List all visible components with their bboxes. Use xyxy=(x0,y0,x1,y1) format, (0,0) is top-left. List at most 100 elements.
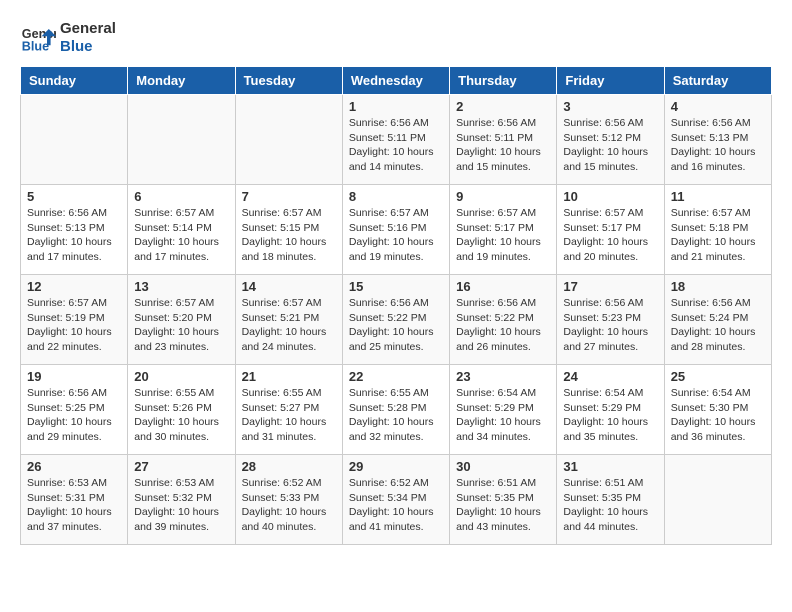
calendar-cell xyxy=(664,455,771,545)
header-sunday: Sunday xyxy=(21,67,128,95)
cell-content: Sunrise: 6:56 AM Sunset: 5:22 PM Dayligh… xyxy=(349,296,443,355)
calendar-cell xyxy=(235,95,342,185)
calendar-cell: 2 Sunrise: 6:56 AM Sunset: 5:11 PM Daylig… xyxy=(450,95,557,185)
header-thursday: Thursday xyxy=(450,67,557,95)
calendar-cell: 18Sunrise: 6:56 AM Sunset: 5:24 PM Dayli… xyxy=(664,275,771,365)
day-number: 20 xyxy=(134,369,228,384)
cell-content: Sunrise: 6:57 AM Sunset: 5:16 PM Dayligh… xyxy=(349,206,443,265)
day-number: 30 xyxy=(456,459,550,474)
day-number: 13 xyxy=(134,279,228,294)
cell-content: Sunrise: 6:57 AM Sunset: 5:19 PM Dayligh… xyxy=(27,296,121,355)
logo: General Blue General Blue xyxy=(20,20,116,56)
cell-content: Sunrise: 6:55 AM Sunset: 5:27 PM Dayligh… xyxy=(242,386,336,445)
calendar-cell: 7Sunrise: 6:57 AM Sunset: 5:15 PM Daylig… xyxy=(235,185,342,275)
cell-content: Sunrise: 6:56 AM Sunset: 5:25 PM Dayligh… xyxy=(27,386,121,445)
logo-icon: General Blue xyxy=(20,20,56,56)
calendar-cell: 29 Sunrise: 6:52 AM Sunset: 5:34 PM Dayli… xyxy=(342,455,449,545)
calendar-cell: 16 Sunrise: 6:56 AM Sunset: 5:22 PM Dayli… xyxy=(450,275,557,365)
week-row-1: 1 Sunrise: 6:56 AM Sunset: 5:11 PM Daylig… xyxy=(21,95,772,185)
calendar-cell: 19 Sunrise: 6:56 AM Sunset: 5:25 PM Dayli… xyxy=(21,365,128,455)
cell-content: Sunrise: 6:56 AM Sunset: 5:24 PM Dayligh… xyxy=(671,296,765,355)
calendar-cell: 11 Sunrise: 6:57 AM Sunset: 5:18 PM Dayli… xyxy=(664,185,771,275)
cell-content: Sunrise: 6:56 AM Sunset: 5:13 PM Dayligh… xyxy=(671,116,765,175)
cell-content: Sunrise: 6:56 AM Sunset: 5:23 PM Dayligh… xyxy=(563,296,657,355)
day-number: 5 xyxy=(27,189,121,204)
calendar-cell: 3 Sunrise: 6:56 AM Sunset: 5:12 PM Daylig… xyxy=(557,95,664,185)
header-friday: Friday xyxy=(557,67,664,95)
page-header: General Blue General Blue xyxy=(20,20,772,56)
cell-content: Sunrise: 6:54 AM Sunset: 5:30 PM Dayligh… xyxy=(671,386,765,445)
calendar-cell: 12 Sunrise: 6:57 AM Sunset: 5:19 PM Dayli… xyxy=(21,275,128,365)
cell-content: Sunrise: 6:56 AM Sunset: 5:11 PM Dayligh… xyxy=(456,116,550,175)
week-row-4: 19 Sunrise: 6:56 AM Sunset: 5:25 PM Dayli… xyxy=(21,365,772,455)
cell-content: Sunrise: 6:56 AM Sunset: 5:22 PM Dayligh… xyxy=(456,296,550,355)
cell-content: Sunrise: 6:57 AM Sunset: 5:14 PM Dayligh… xyxy=(134,206,228,265)
calendar-cell: 14 Sunrise: 6:57 AM Sunset: 5:21 PM Dayli… xyxy=(235,275,342,365)
cell-content: Sunrise: 6:57 AM Sunset: 5:20 PM Dayligh… xyxy=(134,296,228,355)
calendar-cell: 23Sunrise: 6:54 AM Sunset: 5:29 PM Dayli… xyxy=(450,365,557,455)
day-number: 24 xyxy=(563,369,657,384)
cell-content: Sunrise: 6:56 AM Sunset: 5:13 PM Dayligh… xyxy=(27,206,121,265)
calendar-cell: 22 Sunrise: 6:55 AM Sunset: 5:28 PM Dayli… xyxy=(342,365,449,455)
day-number: 26 xyxy=(27,459,121,474)
day-number: 2 xyxy=(456,99,550,114)
calendar-cell: 1 Sunrise: 6:56 AM Sunset: 5:11 PM Daylig… xyxy=(342,95,449,185)
cell-content: Sunrise: 6:52 AM Sunset: 5:33 PM Dayligh… xyxy=(242,476,336,535)
cell-content: Sunrise: 6:57 AM Sunset: 5:17 PM Dayligh… xyxy=(563,206,657,265)
cell-content: Sunrise: 6:57 AM Sunset: 5:21 PM Dayligh… xyxy=(242,296,336,355)
day-number: 25 xyxy=(671,369,765,384)
calendar-cell: 9Sunrise: 6:57 AM Sunset: 5:17 PM Daylig… xyxy=(450,185,557,275)
day-number: 23 xyxy=(456,369,550,384)
day-number: 17 xyxy=(563,279,657,294)
day-number: 22 xyxy=(349,369,443,384)
calendar-cell: 8 Sunrise: 6:57 AM Sunset: 5:16 PM Daylig… xyxy=(342,185,449,275)
cell-content: Sunrise: 6:53 AM Sunset: 5:32 PM Dayligh… xyxy=(134,476,228,535)
day-number: 15 xyxy=(349,279,443,294)
calendar-cell: 5 Sunrise: 6:56 AM Sunset: 5:13 PM Daylig… xyxy=(21,185,128,275)
day-number: 19 xyxy=(27,369,121,384)
cell-content: Sunrise: 6:55 AM Sunset: 5:26 PM Dayligh… xyxy=(134,386,228,445)
calendar-cell: 24Sunrise: 6:54 AM Sunset: 5:29 PM Dayli… xyxy=(557,365,664,455)
day-number: 3 xyxy=(563,99,657,114)
day-number: 31 xyxy=(563,459,657,474)
cell-content: Sunrise: 6:53 AM Sunset: 5:31 PM Dayligh… xyxy=(27,476,121,535)
cell-content: Sunrise: 6:52 AM Sunset: 5:34 PM Dayligh… xyxy=(349,476,443,535)
cell-content: Sunrise: 6:57 AM Sunset: 5:18 PM Dayligh… xyxy=(671,206,765,265)
cell-content: Sunrise: 6:51 AM Sunset: 5:35 PM Dayligh… xyxy=(563,476,657,535)
cell-content: Sunrise: 6:55 AM Sunset: 5:28 PM Dayligh… xyxy=(349,386,443,445)
day-number: 29 xyxy=(349,459,443,474)
calendar-cell: 17 Sunrise: 6:56 AM Sunset: 5:23 PM Dayli… xyxy=(557,275,664,365)
cell-content: Sunrise: 6:56 AM Sunset: 5:11 PM Dayligh… xyxy=(349,116,443,175)
calendar-cell xyxy=(128,95,235,185)
day-number: 16 xyxy=(456,279,550,294)
day-number: 11 xyxy=(671,189,765,204)
calendar-cell: 27 Sunrise: 6:53 AM Sunset: 5:32 PM Dayli… xyxy=(128,455,235,545)
day-number: 8 xyxy=(349,189,443,204)
calendar-cell: 6 Sunrise: 6:57 AM Sunset: 5:14 PM Daylig… xyxy=(128,185,235,275)
header-wednesday: Wednesday xyxy=(342,67,449,95)
calendar-cell: 13 Sunrise: 6:57 AM Sunset: 5:20 PM Dayli… xyxy=(128,275,235,365)
calendar-cell: 4 Sunrise: 6:56 AM Sunset: 5:13 PM Daylig… xyxy=(664,95,771,185)
day-number: 12 xyxy=(27,279,121,294)
calendar-cell: 30Sunrise: 6:51 AM Sunset: 5:35 PM Dayli… xyxy=(450,455,557,545)
calendar-cell: 28 Sunrise: 6:52 AM Sunset: 5:33 PM Dayli… xyxy=(235,455,342,545)
day-number: 14 xyxy=(242,279,336,294)
day-number: 28 xyxy=(242,459,336,474)
logo-general: General xyxy=(60,20,116,38)
cell-content: Sunrise: 6:56 AM Sunset: 5:12 PM Dayligh… xyxy=(563,116,657,175)
cell-content: Sunrise: 6:57 AM Sunset: 5:17 PM Dayligh… xyxy=(456,206,550,265)
header-tuesday: Tuesday xyxy=(235,67,342,95)
calendar-cell: 25 Sunrise: 6:54 AM Sunset: 5:30 PM Dayli… xyxy=(664,365,771,455)
calendar-cell: 26 Sunrise: 6:53 AM Sunset: 5:31 PM Dayli… xyxy=(21,455,128,545)
day-number: 1 xyxy=(349,99,443,114)
day-number: 27 xyxy=(134,459,228,474)
logo-blue: Blue xyxy=(60,38,116,56)
calendar-cell: 20 Sunrise: 6:55 AM Sunset: 5:26 PM Dayli… xyxy=(128,365,235,455)
calendar-cell: 31 Sunrise: 6:51 AM Sunset: 5:35 PM Dayli… xyxy=(557,455,664,545)
day-number: 6 xyxy=(134,189,228,204)
calendar-cell: 15 Sunrise: 6:56 AM Sunset: 5:22 PM Dayli… xyxy=(342,275,449,365)
day-number: 4 xyxy=(671,99,765,114)
week-row-3: 12 Sunrise: 6:57 AM Sunset: 5:19 PM Dayli… xyxy=(21,275,772,365)
calendar-cell xyxy=(21,95,128,185)
calendar-cell: 21Sunrise: 6:55 AM Sunset: 5:27 PM Dayli… xyxy=(235,365,342,455)
